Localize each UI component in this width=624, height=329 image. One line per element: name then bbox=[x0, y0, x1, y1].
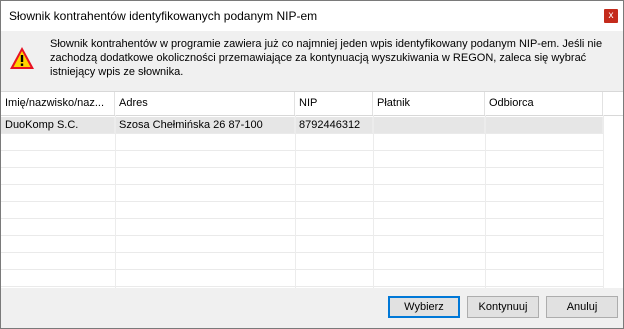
warning-panel: Słownik kontrahentów w programie zawiera… bbox=[1, 31, 623, 86]
empty-row bbox=[1, 236, 603, 253]
column-divider bbox=[373, 115, 374, 288]
empty-row bbox=[1, 270, 603, 287]
dialog-title: Słownik kontrahentów identyfikowanych po… bbox=[9, 9, 318, 23]
empty-row bbox=[1, 134, 603, 151]
empty-row bbox=[1, 185, 603, 202]
cell-name: DuoKomp S.C. bbox=[1, 117, 115, 133]
cell-nip: 8792446312 bbox=[295, 117, 373, 133]
column-header-name[interactable]: Imię/nazwisko/naz... bbox=[1, 92, 115, 115]
contractors-table[interactable]: Imię/nazwisko/naz... Adres NIP Płatnik O… bbox=[1, 91, 623, 289]
cancel-button[interactable]: Anuluj bbox=[546, 296, 618, 318]
column-divider bbox=[485, 115, 486, 288]
table-row[interactable]: DuoKomp S.C. Szosa Chełmińska 26 87-100 … bbox=[1, 117, 603, 134]
empty-row bbox=[1, 168, 603, 185]
select-button[interactable]: Wybierz bbox=[388, 296, 460, 318]
column-divider bbox=[603, 115, 604, 288]
empty-row bbox=[1, 151, 603, 168]
warning-triangle-icon bbox=[10, 47, 34, 69]
cell-payer bbox=[373, 117, 485, 133]
warning-message: Słownik kontrahentów w programie zawiera… bbox=[50, 38, 603, 78]
dialog-window: Słownik kontrahentów identyfikowanych po… bbox=[0, 0, 624, 329]
cell-recipient bbox=[485, 117, 603, 133]
title-bar: Słownik kontrahentów identyfikowanych po… bbox=[1, 1, 623, 31]
button-bar: Wybierz Kontynuuj Anuluj bbox=[1, 288, 623, 328]
column-header-nip[interactable]: NIP bbox=[295, 92, 373, 115]
empty-row bbox=[1, 253, 603, 270]
table-header: Imię/nazwisko/naz... Adres NIP Płatnik O… bbox=[1, 92, 623, 116]
continue-button[interactable]: Kontynuuj bbox=[467, 296, 539, 318]
column-header-recipient[interactable]: Odbiorca bbox=[485, 92, 603, 115]
column-header-address[interactable]: Adres bbox=[115, 92, 295, 115]
empty-row bbox=[1, 202, 603, 219]
close-button[interactable]: x bbox=[604, 9, 618, 23]
cell-address: Szosa Chełmińska 26 87-100 bbox=[115, 117, 295, 133]
column-divider bbox=[115, 115, 116, 288]
column-header-payer[interactable]: Płatnik bbox=[373, 92, 485, 115]
empty-row bbox=[1, 219, 603, 236]
column-divider bbox=[295, 115, 296, 288]
